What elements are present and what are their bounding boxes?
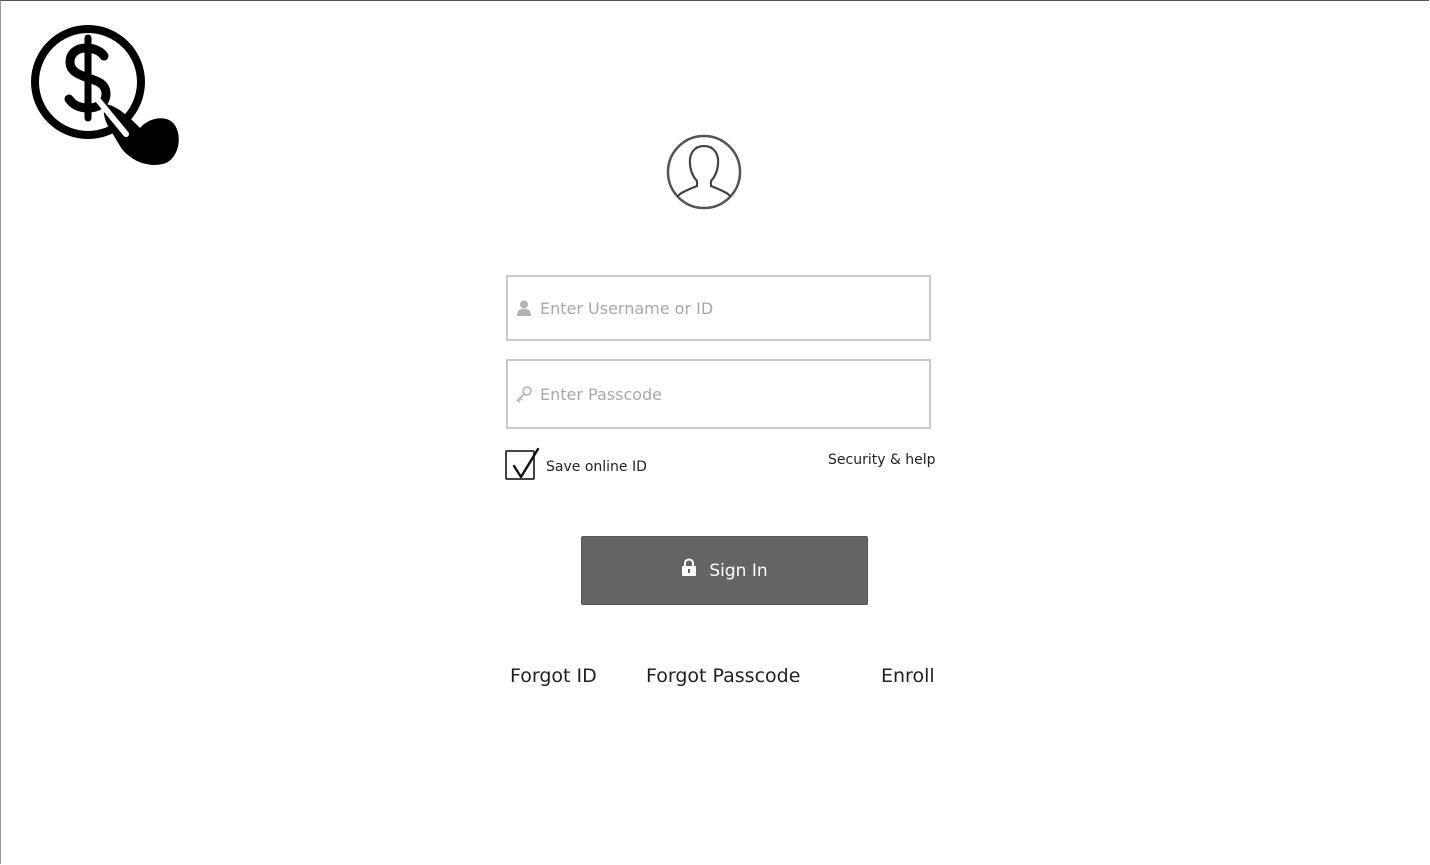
username-input[interactable] [534,293,920,323]
key-icon [514,384,534,404]
security-help-link[interactable]: Security & help [828,452,936,468]
passcode-field[interactable] [506,359,931,429]
username-field[interactable] [506,275,931,341]
forgot-passcode-link[interactable]: Forgot Passcode [646,665,800,687]
sign-in-button[interactable]: Sign In [581,536,868,605]
dollar-coin-tap-icon [28,22,184,170]
save-online-id-label: Save online ID [546,459,647,475]
lock-icon [681,557,697,582]
user-icon [514,298,534,318]
sign-in-label: Sign In [709,560,768,581]
user-avatar-icon [666,134,742,210]
save-online-id-row: Save online ID [505,447,647,480]
save-online-id-checkbox[interactable] [505,447,540,480]
checkmark-icon [512,447,540,479]
page-frame [0,0,1429,864]
forgot-id-link[interactable]: Forgot ID [510,665,597,687]
enroll-link[interactable]: Enroll [881,665,935,687]
passcode-input[interactable] [534,379,920,409]
